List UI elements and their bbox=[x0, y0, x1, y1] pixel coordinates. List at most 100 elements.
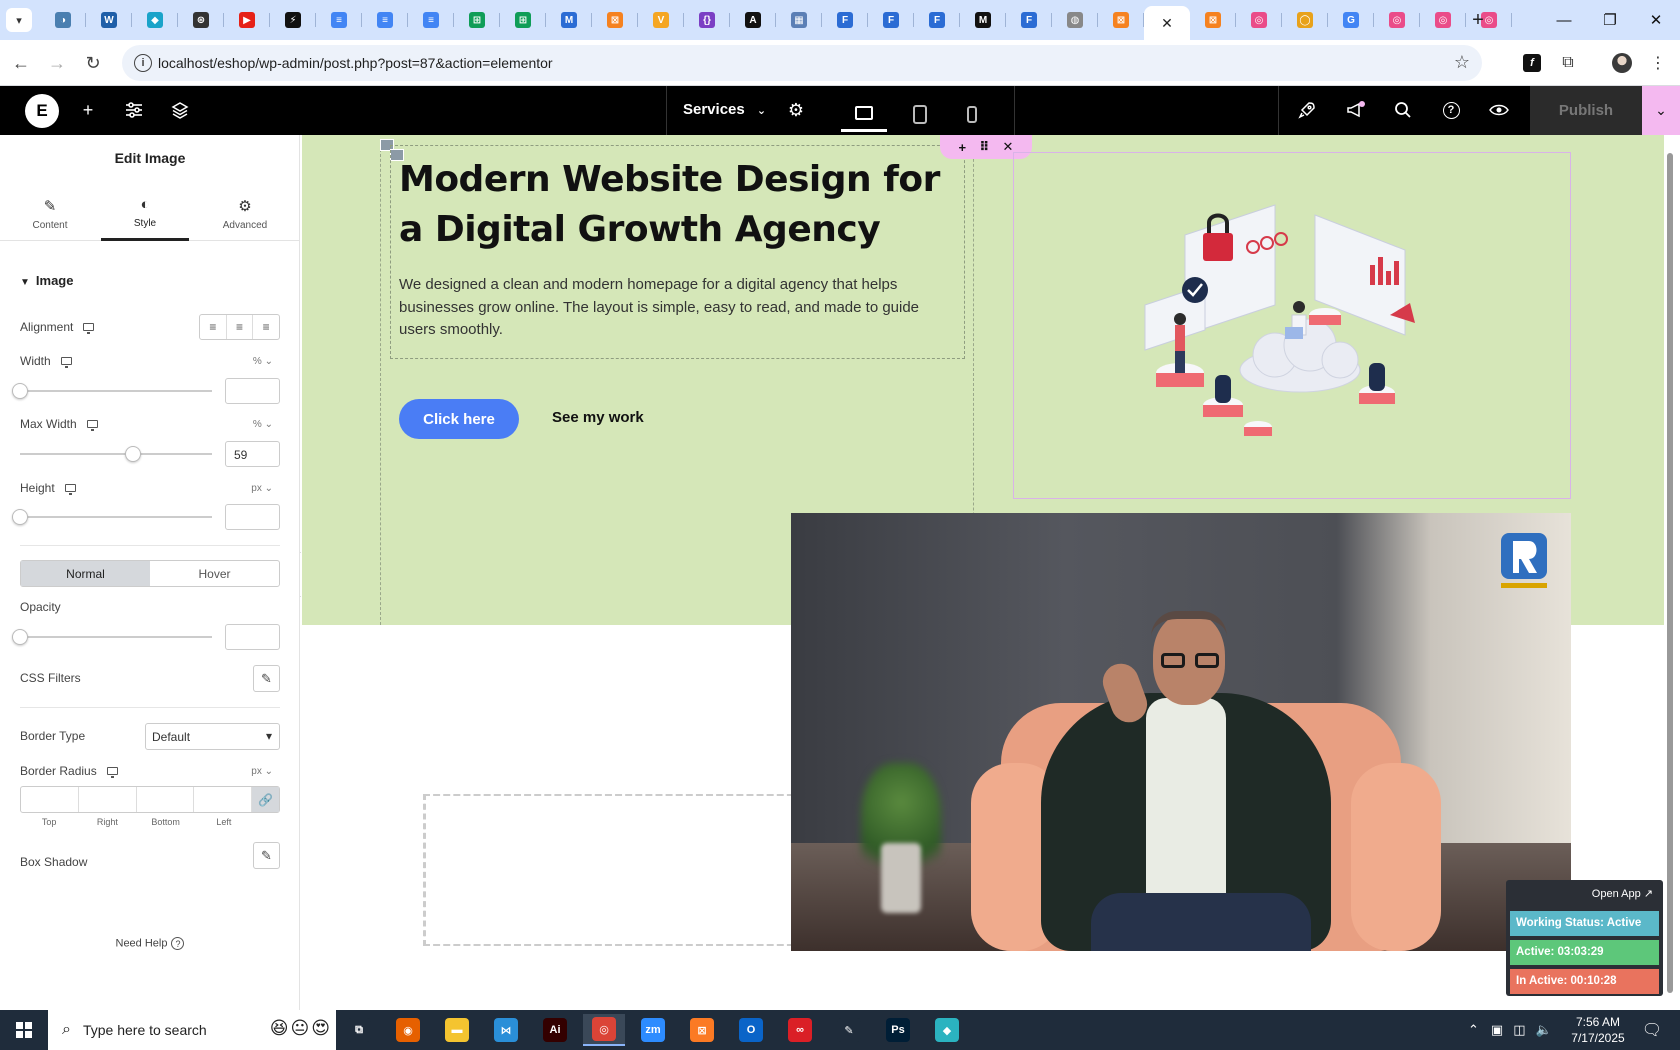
link-values-icon[interactable]: 🔗 bbox=[252, 787, 279, 812]
back-button[interactable]: ← bbox=[8, 50, 34, 76]
height-unit-selector[interactable]: px ⌄ bbox=[251, 483, 273, 494]
browser-tab[interactable]: ≡ bbox=[362, 6, 408, 34]
taskbar-app-inkscape[interactable]: ✎ bbox=[828, 1014, 870, 1046]
browser-tab[interactable]: F bbox=[868, 6, 914, 34]
browser-tab[interactable]: ⊛ bbox=[178, 6, 224, 34]
browser-tab[interactable]: G bbox=[1328, 6, 1374, 34]
border-radius-unit-selector[interactable]: px ⌄ bbox=[251, 766, 273, 777]
publish-options-button[interactable]: ⌄ bbox=[1642, 86, 1680, 135]
browser-tab[interactable]: F bbox=[914, 6, 960, 34]
section-toggle-image[interactable]: ▼ Image bbox=[20, 273, 73, 288]
browser-tab[interactable]: ▶ bbox=[224, 6, 270, 34]
maximize-button[interactable]: ❐ bbox=[1590, 6, 1630, 34]
opacity-slider[interactable] bbox=[12, 629, 212, 645]
drag-grid-icon[interactable]: ⠿ bbox=[979, 139, 989, 155]
desktop-view-button[interactable] bbox=[841, 96, 887, 132]
radius-left-input[interactable] bbox=[194, 787, 252, 812]
browser-tab[interactable]: {} bbox=[684, 6, 730, 34]
browser-tab[interactable]: M bbox=[546, 6, 592, 34]
forward-button[interactable]: → bbox=[44, 50, 70, 76]
browser-tab[interactable]: ◎ bbox=[1420, 6, 1466, 34]
browser-tab[interactable]: ⊠ bbox=[592, 6, 638, 34]
css-filters-edit-button[interactable]: ✎ bbox=[253, 665, 280, 692]
open-app-link[interactable]: Open App ↗ bbox=[1592, 887, 1653, 900]
add-element-icon[interactable]: + bbox=[76, 98, 100, 122]
bookmark-star-icon[interactable]: ☆ bbox=[1454, 52, 1470, 73]
taskbar-app-app-diamond[interactable]: ◆ bbox=[926, 1014, 968, 1046]
new-tab-button[interactable]: + bbox=[1466, 8, 1490, 32]
taskbar-app-xampp[interactable]: ⊠ bbox=[681, 1014, 723, 1046]
browser-tab[interactable]: F bbox=[822, 6, 868, 34]
browser-tab[interactable]: ◎ bbox=[1374, 6, 1420, 34]
close-tab-icon[interactable]: ✕ bbox=[1161, 15, 1173, 32]
canvas-scrollbar[interactable] bbox=[1664, 145, 1675, 1007]
extension-f-icon[interactable]: f bbox=[1520, 51, 1544, 75]
chevron-up-icon[interactable]: ⌃ bbox=[1468, 1022, 1479, 1038]
browser-tab[interactable]: ▦ bbox=[776, 6, 822, 34]
max-width-slider[interactable] bbox=[20, 446, 212, 462]
browser-tab[interactable]: W bbox=[86, 6, 132, 34]
tab-advanced[interactable]: ⚙ Advanced bbox=[201, 187, 289, 241]
opacity-input[interactable] bbox=[225, 624, 280, 650]
browser-tab[interactable]: M bbox=[960, 6, 1006, 34]
url-text[interactable]: localhost/eshop/wp-admin/post.php?post=8… bbox=[158, 55, 553, 71]
radius-bottom-input[interactable] bbox=[137, 787, 195, 812]
delete-section-icon[interactable]: ✕ bbox=[1003, 139, 1014, 155]
page-settings-gear-icon[interactable]: ⚙ bbox=[784, 98, 808, 122]
layers-icon[interactable] bbox=[168, 98, 192, 122]
slider-handle[interactable] bbox=[125, 446, 142, 462]
width-unit-selector[interactable]: % ⌄ bbox=[253, 356, 273, 367]
wifi-icon[interactable]: ◫ bbox=[1513, 1022, 1525, 1038]
taskbar-app-chrome[interactable]: ◎ bbox=[583, 1014, 625, 1046]
taskbar-app-firefox[interactable]: ◉ bbox=[387, 1014, 429, 1046]
box-shadow-edit-button[interactable]: ✎ bbox=[253, 842, 280, 869]
align-right-button[interactable]: ≡ bbox=[253, 315, 279, 339]
elementor-logo[interactable]: E bbox=[25, 94, 59, 128]
browser-tab[interactable]: ◯ bbox=[1282, 6, 1328, 34]
browser-tab[interactable]: ≡ bbox=[316, 6, 362, 34]
notifications-icon[interactable]: 🗨 bbox=[1640, 1018, 1664, 1042]
page-selector[interactable]: Services ⌄ bbox=[683, 101, 766, 118]
taskbar-app-file-explorer[interactable]: ▬ bbox=[436, 1014, 478, 1046]
start-button[interactable] bbox=[0, 1010, 48, 1050]
width-input[interactable] bbox=[225, 378, 280, 404]
browser-tab[interactable]: ⊞ bbox=[454, 6, 500, 34]
mobile-view-button[interactable] bbox=[949, 96, 995, 132]
align-left-button[interactable]: ≡ bbox=[200, 315, 227, 339]
extensions-puzzle-icon[interactable]: ⧉ bbox=[1556, 51, 1580, 75]
notifications-megaphone-icon[interactable] bbox=[1344, 98, 1368, 122]
taskbar-app-task-view[interactable]: ⧉ bbox=[338, 1014, 380, 1046]
tab-style[interactable]: ◐ Style bbox=[101, 187, 189, 241]
height-slider[interactable] bbox=[12, 509, 212, 525]
click-here-button[interactable]: Click here bbox=[399, 399, 519, 439]
height-input[interactable] bbox=[225, 504, 280, 530]
minimize-button[interactable]: — bbox=[1544, 6, 1584, 34]
add-section-icon[interactable]: + bbox=[959, 140, 967, 155]
radius-top-input[interactable] bbox=[21, 787, 79, 812]
browser-menu-icon[interactable]: ⋮ bbox=[1646, 51, 1670, 75]
slider-handle[interactable] bbox=[12, 629, 28, 645]
profile-avatar[interactable] bbox=[1610, 51, 1634, 75]
slider-handle[interactable] bbox=[12, 383, 28, 399]
taskbar-app-outlook[interactable]: O bbox=[730, 1014, 772, 1046]
tablet-view-button[interactable] bbox=[897, 96, 943, 132]
address-bar[interactable]: i localhost/eshop/wp-admin/post.php?post… bbox=[122, 45, 1482, 81]
rocket-icon[interactable] bbox=[1295, 98, 1319, 122]
taskbar-app-zoom[interactable]: zm bbox=[632, 1014, 674, 1046]
tab-search-button[interactable]: ▾ bbox=[6, 8, 32, 32]
reload-button[interactable]: ↻ bbox=[80, 50, 106, 76]
hero-heading[interactable]: Modern Website Design for a Digital Grow… bbox=[399, 155, 959, 255]
state-normal-tab[interactable]: Normal bbox=[21, 561, 150, 586]
browser-tab[interactable]: ◍ bbox=[1052, 6, 1098, 34]
tab-content[interactable]: ✎ Content bbox=[6, 187, 94, 241]
volume-icon[interactable]: 🔈 bbox=[1536, 1022, 1552, 1038]
browser-tab[interactable]: ⊠ bbox=[1190, 6, 1236, 34]
browser-tab[interactable]: ◎ bbox=[1236, 6, 1282, 34]
slider-handle[interactable] bbox=[12, 509, 28, 525]
site-info-icon[interactable]: i bbox=[134, 54, 152, 72]
help-icon[interactable]: ? bbox=[1439, 98, 1463, 122]
see-my-work-link[interactable]: See my work bbox=[552, 409, 644, 426]
browser-tab[interactable]: ≡ bbox=[408, 6, 454, 34]
taskbar-app-photoshop[interactable]: Ps bbox=[877, 1014, 919, 1046]
taskbar-app-vscode[interactable]: ⋈ bbox=[485, 1014, 527, 1046]
